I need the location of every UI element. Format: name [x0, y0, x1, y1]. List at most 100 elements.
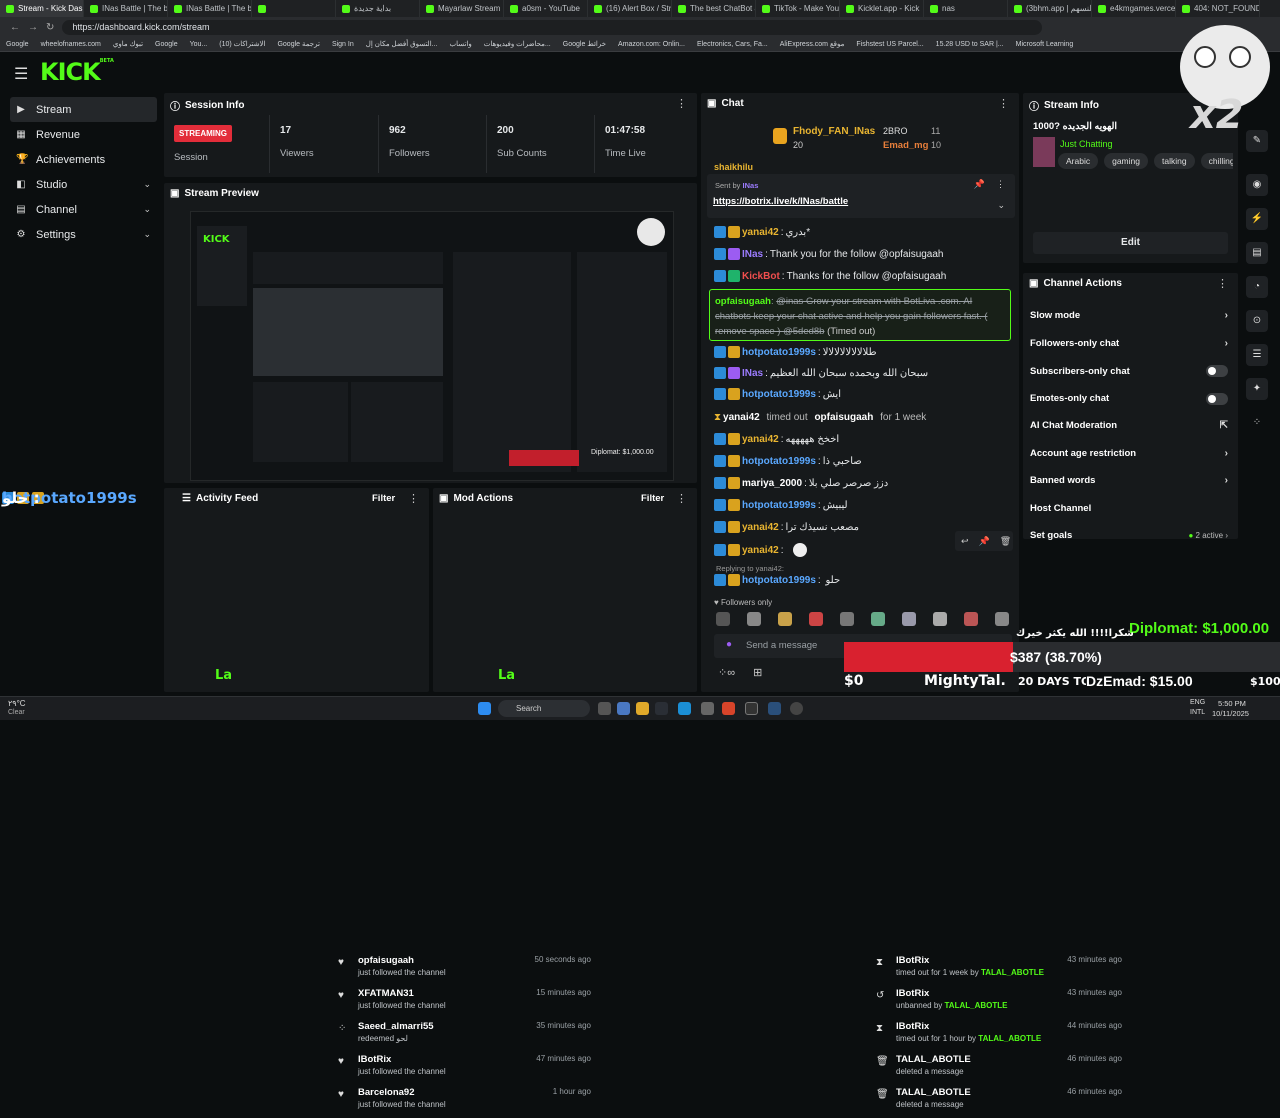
mod-target[interactable]: TALAL_ABOTLE — [896, 1087, 971, 1098]
pin-icon[interactable]: 📌 — [974, 179, 985, 190]
browser-tab[interactable]: e4kmgames.vercel — [1092, 0, 1176, 17]
bookmark-item[interactable]: Google خرائط — [563, 40, 606, 48]
steam-icon[interactable] — [768, 702, 781, 715]
emote-icon[interactable] — [902, 612, 916, 626]
activity-filter-button[interactable]: Filter — [372, 493, 395, 504]
browser-tab[interactable]: a0sm - YouTube — [504, 0, 588, 17]
channel-action-banned-words[interactable]: Banned words › — [1030, 475, 1228, 486]
dots-icon[interactable]: ⁘ — [1246, 412, 1268, 434]
toggle-switch[interactable] — [1206, 392, 1228, 405]
menu-icon[interactable]: ☰ — [14, 64, 28, 84]
browser-tab[interactable]: INas Battle | The b — [84, 0, 168, 17]
chat-username[interactable]: mariya_2000 — [742, 478, 802, 489]
browser-tab[interactable]: The best ChatBot a — [672, 0, 756, 17]
mod-target[interactable]: IBotRix — [896, 955, 929, 966]
sidebar-item-channel[interactable]: ▤ Channel ⌄ — [10, 197, 157, 222]
chat-username[interactable]: yanai42 — [742, 545, 779, 556]
mod-actor[interactable]: TALAL_ABOTLE — [978, 1034, 1041, 1043]
bookmark-item[interactable]: الاشتراكات (10) — [219, 40, 265, 48]
mod-filter-button[interactable]: Filter — [641, 493, 664, 504]
activity-user[interactable]: Barcelona92 — [358, 1087, 415, 1098]
chat-username[interactable]: KickBot — [742, 271, 780, 282]
emote-icon[interactable] — [840, 612, 854, 626]
points-icon[interactable]: ⁘∞ — [718, 666, 735, 679]
reply-icon[interactable]: ↩ — [961, 536, 969, 547]
tag-chip[interactable]: chilling — [1200, 153, 1233, 169]
emote-icon[interactable] — [964, 612, 978, 626]
chat-username[interactable]: hotpotato1999s — [742, 575, 816, 586]
broadcast-icon[interactable]: ⊙ — [1246, 310, 1268, 332]
bookmark-item[interactable]: تبوك ماوي — [113, 40, 143, 48]
activity-row[interactable]: ♥ opfaisugaah just followed the channel 50 … — [336, 953, 591, 986]
mod-action-row[interactable]: ⧗ IBotRix timed out for 1 hour by TALAL_AB… — [874, 1019, 1122, 1052]
lang-code[interactable]: ENG — [1190, 699, 1205, 706]
app-icon[interactable] — [745, 702, 758, 715]
mod-action-row[interactable]: ⧗ IBotRix timed out for 1 week by TALAL_AB… — [874, 953, 1122, 986]
browser-tab[interactable]: Stream - Kick Dash — [0, 0, 84, 17]
bookmark-item[interactable]: 15.28 USD to SAR |... — [936, 41, 1004, 48]
app-icon[interactable] — [701, 702, 714, 715]
channel-action-followers-only-chat[interactable]: Followers-only chat › — [1030, 338, 1228, 349]
chevron-down-icon[interactable]: ⌄ — [997, 200, 1005, 211]
channel-action-ai-chat-moderation[interactable]: AI Chat Moderation ⇱ — [1030, 420, 1228, 431]
chat-username[interactable]: hotpotato1999s — [742, 500, 816, 511]
chat-username[interactable]: hotpotato1999s — [742, 456, 816, 467]
activity-row[interactable]: ♥ XFATMAN31 just followed the channel 15 mi… — [336, 986, 591, 1019]
sidebar-item-achievements[interactable]: 🏆 Achievements — [10, 147, 157, 172]
pin-icon[interactable]: 📌 — [979, 536, 990, 547]
emote-icon[interactable] — [747, 612, 761, 626]
edge-icon[interactable] — [678, 702, 691, 715]
kebab-icon[interactable]: ⋮ — [998, 97, 1009, 110]
mod-target[interactable]: TALAL_ABOTLE — [896, 1054, 971, 1065]
bookmark-item[interactable]: Electronics, Cars, Fa... — [697, 41, 768, 48]
channel-action-account-age-restriction[interactable]: Account age restriction › — [1030, 448, 1228, 459]
emote-icon[interactable] — [871, 612, 885, 626]
channel-action-set-goals[interactable]: Set goals ● 2 active › — [1030, 530, 1228, 541]
tag-chip[interactable]: talking — [1153, 153, 1195, 169]
channel-action-subscribers-only-chat[interactable]: Subscribers-only chat — [1030, 365, 1228, 377]
sidebar-item-studio[interactable]: ◧ Studio ⌄ — [10, 172, 157, 197]
pencil-icon[interactable]: ✎ — [1246, 130, 1268, 152]
bookmark-item[interactable]: wheelofnames.com — [41, 41, 101, 48]
browser-tab[interactable] — [252, 0, 336, 17]
bookmark-item[interactable]: التسوق أفضل مكان إل... — [366, 40, 438, 48]
kebab-icon[interactable]: ⋮ — [1217, 277, 1228, 290]
app-icon[interactable] — [655, 702, 668, 715]
bolt-icon[interactable]: ⚡ — [1246, 208, 1268, 230]
activity-user[interactable]: opfaisugaah — [358, 955, 414, 966]
bookmark-item[interactable]: AliExpress.com موقع — [780, 40, 845, 48]
obs-icon[interactable] — [790, 702, 803, 715]
bookmark-item[interactable]: Google — [155, 41, 178, 48]
tag-chip[interactable]: gaming — [1104, 153, 1148, 169]
tag-chip[interactable]: Arabic — [1058, 153, 1099, 169]
browser-tab[interactable]: بداية جديدة — [336, 0, 420, 17]
emote-icon[interactable] — [809, 612, 823, 626]
bookmark-item[interactable]: محاضرات وفيديوهات... — [484, 40, 551, 48]
chat-username[interactable]: INas — [742, 368, 763, 379]
activity-user[interactable]: IBotRix — [358, 1054, 391, 1065]
app-icon[interactable] — [617, 702, 630, 715]
chat-username[interactable]: yanai42 — [742, 227, 779, 238]
kebab-icon[interactable]: ⋮ — [676, 492, 687, 505]
bookmark-item[interactable]: Google ترجمة — [277, 40, 319, 48]
folder-icon[interactable] — [636, 702, 649, 715]
mod-action-row[interactable]: 🗑 TALAL_ABOTLE deleted a message 46 minute… — [874, 1085, 1122, 1118]
mod-action-row[interactable]: ↺ IBotRix unbanned by TALAL_ABOTLE 43 minut… — [874, 986, 1122, 1019]
reload-icon[interactable]: ↻ — [46, 22, 54, 33]
category-link[interactable]: Just Chatting — [1060, 139, 1113, 149]
chat-username[interactable]: yanai42 — [742, 522, 779, 533]
brave-icon[interactable] — [722, 702, 735, 715]
bookmark-item[interactable]: Fishstest US Parcel... — [856, 41, 923, 48]
camera-icon[interactable]: ◉ — [1246, 174, 1268, 196]
browser-tab[interactable]: (16) Alert Box / Str — [588, 0, 672, 17]
trash-icon[interactable]: 🗑 — [1000, 536, 1011, 547]
wrench-icon[interactable]: ✦ — [1246, 378, 1268, 400]
activity-row[interactable]: ♥ IBotRix just followed the channel 47 minu… — [336, 1052, 591, 1085]
mod-target[interactable]: IBotRix — [896, 1021, 929, 1032]
bookmark-item[interactable]: واتساب — [449, 40, 471, 48]
browser-tab[interactable]: Kicklet.app - Kick — [840, 0, 924, 17]
browser-tab[interactable]: INas Battle | The b — [168, 0, 252, 17]
chat-username[interactable]: hotpotato1999s — [742, 389, 816, 400]
pinned-link[interactable]: https://botrix.live/k/INas/battle — [713, 196, 848, 207]
kebab-icon[interactable]: ⋮ — [408, 492, 419, 505]
